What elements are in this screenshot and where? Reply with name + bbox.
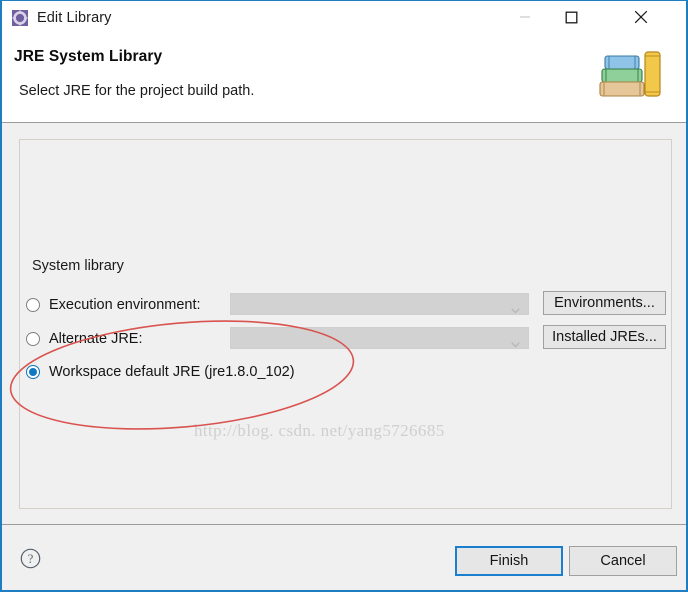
close-icon[interactable] bbox=[618, 1, 664, 33]
library-gear-icon bbox=[12, 10, 28, 26]
dialog-footer: ? Finish Cancel bbox=[2, 524, 686, 590]
maximize-icon[interactable] bbox=[548, 1, 594, 33]
installed-jres-button[interactable]: Installed JREs... bbox=[543, 325, 666, 349]
title-bar: Edit Library bbox=[2, 1, 686, 35]
window-title: Edit Library bbox=[37, 10, 112, 26]
watermark-text: http://blog. csdn. net/yang5726685 bbox=[194, 421, 445, 440]
group-legend: System library bbox=[27, 258, 129, 274]
environments-button[interactable]: Environments... bbox=[543, 291, 666, 315]
option-workspace-default-jre[interactable]: Workspace default JRE (jre1.8.0_102) bbox=[26, 361, 295, 383]
option-alternate-jre[interactable]: Alternate JRE: bbox=[26, 328, 143, 350]
minimize-icon[interactable] bbox=[502, 1, 548, 33]
radio-workspace-default-jre[interactable] bbox=[26, 365, 40, 379]
svg-text:?: ? bbox=[28, 552, 34, 566]
radio-alternate-jre[interactable] bbox=[26, 332, 40, 346]
help-icon[interactable]: ? bbox=[20, 548, 41, 569]
radio-execution-environment[interactable] bbox=[26, 298, 40, 312]
option-label: Workspace default JRE (jre1.8.0_102) bbox=[49, 364, 295, 380]
edit-library-dialog: Edit Library JRE System Library Select J… bbox=[0, 0, 688, 592]
books-stack-icon bbox=[595, 43, 669, 109]
option-execution-environment[interactable]: Execution environment: bbox=[26, 294, 201, 316]
page-subtitle: Select JRE for the project build path. bbox=[19, 83, 255, 99]
page-title: JRE System Library bbox=[14, 48, 163, 65]
finish-button[interactable]: Finish bbox=[455, 546, 563, 576]
system-library-group bbox=[19, 139, 672, 509]
cancel-button[interactable]: Cancel bbox=[569, 546, 677, 576]
chevron-down-icon bbox=[511, 301, 520, 314]
dialog-body: System library Execution environment: En… bbox=[2, 124, 686, 524]
chevron-down-icon bbox=[511, 335, 520, 348]
alternate-jre-combo[interactable] bbox=[230, 327, 529, 349]
dialog-header: JRE System Library Select JRE for the pr… bbox=[2, 35, 686, 123]
option-label: Alternate JRE: bbox=[49, 331, 143, 347]
option-label: Execution environment: bbox=[49, 297, 201, 313]
execution-environment-combo[interactable] bbox=[230, 293, 529, 315]
